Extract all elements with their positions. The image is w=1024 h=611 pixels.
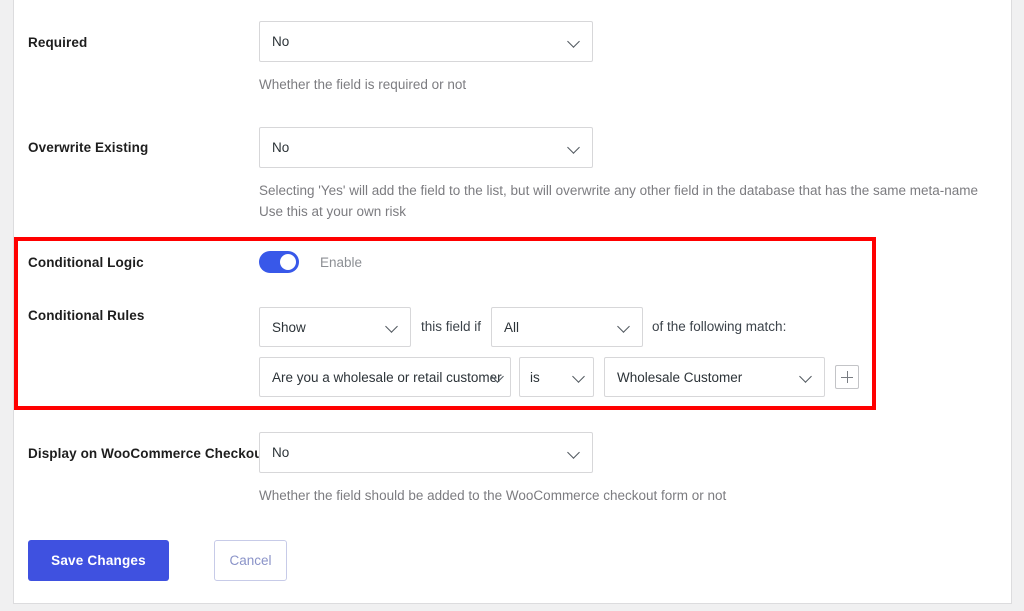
conditional-rule-value-select[interactable]: Wholesale Customer (604, 357, 825, 397)
display-on-checkout-select-value: No (272, 445, 290, 460)
conditional-rules-match-value: All (504, 319, 520, 335)
display-on-checkout-select[interactable]: No (259, 432, 593, 473)
chevron-down-icon (573, 370, 587, 384)
required-description: Whether the field is required or not (259, 77, 467, 92)
chevron-down-icon (568, 446, 582, 460)
chevron-down-icon (568, 141, 582, 155)
conditional-rules-action-select[interactable]: Show (259, 307, 411, 347)
chevron-down-icon (386, 320, 400, 334)
required-label: Required (28, 35, 88, 50)
overwrite-existing-select[interactable]: No (259, 127, 593, 168)
conditional-rule-operator-select[interactable]: is (519, 357, 594, 397)
conditional-rule-field-value: Are you a wholesale or retail customer (272, 369, 502, 385)
conditional-rules-match-select[interactable]: All (491, 307, 643, 347)
required-select-value: No (272, 34, 290, 49)
chevron-down-icon (492, 370, 506, 384)
conditional-rules-text-after-match: of the following match: (652, 319, 787, 334)
conditional-rule-value-value: Wholesale Customer (617, 369, 743, 385)
chevron-down-icon (800, 370, 814, 384)
conditional-rule-operator-value: is (530, 369, 540, 385)
conditional-rules-action-value: Show (272, 319, 306, 335)
conditional-rules-text-after-action: this field if (421, 319, 482, 334)
page-gutter (0, 0, 8, 611)
conditional-logic-label: Conditional Logic (28, 255, 144, 270)
toggle-knob (280, 254, 296, 270)
overwrite-existing-label: Overwrite Existing (28, 140, 149, 155)
display-on-checkout-label: Display on WooCommerce Checkout (28, 446, 268, 461)
conditional-rules-label: Conditional Rules (28, 308, 145, 323)
conditional-rule-field-select[interactable]: Are you a wholesale or retail customer (259, 357, 511, 397)
chevron-down-icon (618, 320, 632, 334)
display-on-checkout-description: Whether the field should be added to the… (259, 488, 727, 503)
overwrite-existing-description: Selecting 'Yes' will add the field to th… (259, 183, 979, 219)
save-changes-button[interactable]: Save Changes (28, 540, 169, 581)
overwrite-existing-select-value: No (272, 140, 290, 155)
settings-panel: Required No Whether the field is require… (0, 0, 1024, 611)
card-bottom-edge (13, 603, 1012, 604)
conditional-logic-toggle[interactable] (259, 251, 299, 273)
chevron-down-icon (568, 35, 582, 49)
add-rule-button[interactable] (835, 365, 859, 389)
cancel-button[interactable]: Cancel (214, 540, 287, 581)
conditional-logic-toggle-label: Enable (320, 255, 363, 270)
required-select[interactable]: No (259, 21, 593, 62)
